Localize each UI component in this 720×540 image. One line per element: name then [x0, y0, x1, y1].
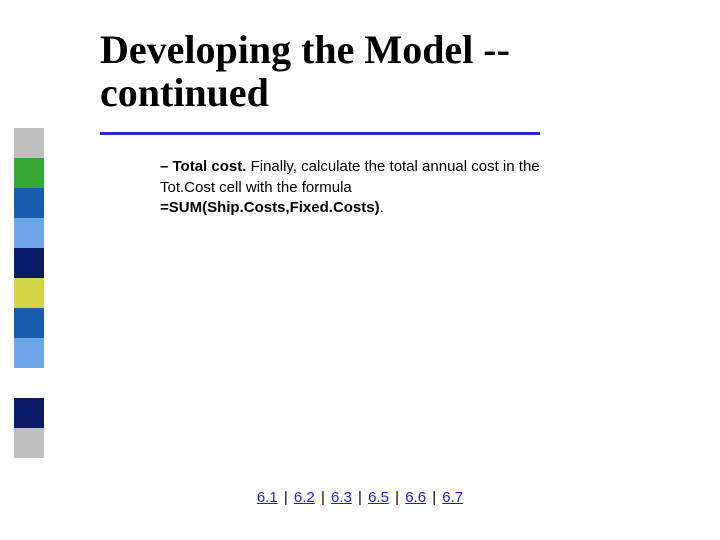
sidebar-square — [14, 248, 44, 278]
link-separator: | — [352, 489, 368, 506]
section-link[interactable]: 6.3 — [331, 489, 352, 506]
sidebar-square — [14, 398, 44, 428]
sidebar-square — [14, 338, 44, 368]
bullet-line2: Tot.Cost cell with the formula — [160, 179, 352, 196]
slide-title: Developing the Model -- continued — [100, 28, 680, 114]
bullet-tail: . — [380, 199, 384, 216]
sidebar-square — [14, 308, 44, 338]
section-link[interactable]: 6.1 — [257, 489, 278, 506]
link-separator: | — [278, 489, 294, 506]
bullet-formula: =SUM(Ship.Costs,Fixed.Costs) — [160, 199, 380, 216]
slide-content: Developing the Model -- continued – Tota… — [100, 28, 680, 218]
sidebar-square — [14, 128, 44, 158]
link-separator: | — [426, 489, 442, 506]
link-separator: | — [389, 489, 405, 506]
sidebar-square — [14, 158, 44, 188]
section-link[interactable]: 6.6 — [405, 489, 426, 506]
section-link[interactable]: 6.5 — [368, 489, 389, 506]
bullet-rest1: Finally, calculate the total annual cost… — [246, 158, 539, 175]
sidebar-square — [14, 218, 44, 248]
bullet-item: – Total cost. Finally, calculate the tot… — [160, 157, 640, 218]
bullet-lead: – Total cost. — [160, 158, 246, 175]
sidebar-square — [14, 428, 44, 458]
title-underline — [100, 132, 540, 135]
section-link[interactable]: 6.7 — [442, 489, 463, 506]
sidebar-square — [14, 188, 44, 218]
section-links: 6.1 | 6.2 | 6.3 | 6.5 | 6.6 | 6.7 — [0, 489, 720, 506]
link-separator: | — [315, 489, 331, 506]
sidebar-square — [14, 368, 44, 398]
sidebar-square — [14, 278, 44, 308]
section-link[interactable]: 6.2 — [294, 489, 315, 506]
